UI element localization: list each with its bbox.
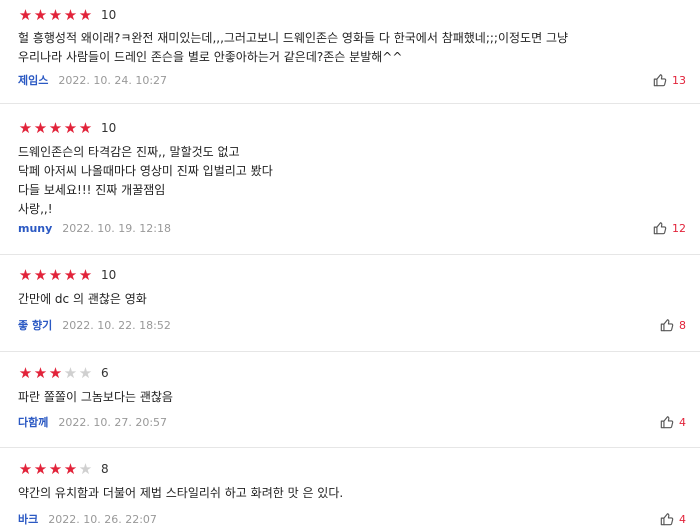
rating-stars: ★ ★ ★ ★ ★ 10 bbox=[18, 266, 117, 284]
star-icon: ★ bbox=[18, 460, 33, 478]
star-icon: ★ bbox=[63, 6, 78, 24]
thumbs-up-icon bbox=[653, 221, 667, 235]
star-icon: ★ bbox=[18, 364, 33, 382]
review-meta: 제임스 2022. 10. 24. 10:27 bbox=[18, 72, 167, 88]
star-icon: ★ bbox=[33, 364, 48, 382]
like-button[interactable]: 4 bbox=[660, 511, 686, 527]
star-icon: ★ bbox=[63, 364, 78, 382]
rating-stars: ★ ★ ★ ★ ★ 10 bbox=[18, 6, 117, 24]
review-meta: muny 2022. 10. 19. 12:18 bbox=[18, 220, 171, 236]
review-meta: 좋 향기 2022. 10. 22. 18:52 bbox=[18, 317, 171, 333]
star-icon: ★ bbox=[78, 266, 93, 284]
like-count: 4 bbox=[679, 415, 686, 429]
rating-stars: ★ ★ ★ ★ ★ 6 bbox=[18, 365, 109, 381]
review-date: 2022. 10. 26. 22:07 bbox=[48, 512, 157, 526]
rating-stars: ★ ★ ★ ★ ★ 10 bbox=[18, 119, 117, 137]
like-count: 8 bbox=[679, 318, 686, 332]
star-icon: ★ bbox=[63, 460, 78, 478]
star-icon: ★ bbox=[63, 119, 78, 137]
thumbs-up-icon bbox=[660, 512, 674, 526]
like-button[interactable]: 12 bbox=[653, 220, 686, 236]
rating-score: 8 bbox=[101, 462, 109, 476]
rating-score: 10 bbox=[101, 268, 117, 282]
star-icon: ★ bbox=[33, 6, 48, 24]
thumbs-up-icon bbox=[653, 73, 667, 87]
rating-stars: ★ ★ ★ ★ ★ 8 bbox=[18, 461, 109, 477]
review-divider bbox=[0, 103, 700, 104]
like-count: 13 bbox=[672, 73, 686, 87]
star-icon: ★ bbox=[33, 119, 48, 137]
review-meta: 다함께 2022. 10. 27. 20:57 bbox=[18, 414, 167, 430]
review-date: 2022. 10. 27. 20:57 bbox=[58, 415, 168, 429]
author-link[interactable]: 제임스 bbox=[18, 72, 48, 88]
like-button[interactable]: 13 bbox=[653, 72, 686, 88]
author-link[interactable]: muny bbox=[18, 222, 52, 235]
review-divider bbox=[0, 254, 700, 255]
star-icon: ★ bbox=[63, 266, 78, 284]
like-count: 4 bbox=[679, 512, 686, 526]
star-icon: ★ bbox=[48, 460, 63, 478]
thumbs-up-icon bbox=[660, 318, 674, 332]
star-icon: ★ bbox=[48, 364, 63, 382]
star-icon: ★ bbox=[18, 119, 33, 137]
review-text: 파란 쫄쫄이 그놈보다는 괜찮음 bbox=[18, 390, 173, 404]
star-icon: ★ bbox=[18, 6, 33, 24]
review-date: 2022. 10. 22. 18:52 bbox=[62, 318, 171, 332]
like-button[interactable]: 4 bbox=[660, 414, 686, 430]
review-date: 2022. 10. 19. 12:18 bbox=[62, 221, 171, 235]
rating-score: 6 bbox=[101, 366, 109, 380]
author-link[interactable]: 좋 향기 bbox=[18, 317, 52, 333]
star-icon: ★ bbox=[78, 6, 93, 24]
like-count: 12 bbox=[672, 221, 686, 235]
rating-score: 10 bbox=[101, 8, 117, 22]
star-icon: ★ bbox=[48, 6, 63, 24]
review-date: 2022. 10. 24. 10:27 bbox=[58, 73, 168, 87]
review-divider bbox=[0, 447, 700, 448]
author-link[interactable]: 다함께 bbox=[18, 414, 48, 430]
review-divider bbox=[0, 351, 700, 352]
star-icon: ★ bbox=[48, 266, 63, 284]
review-text: 헐 흥행성적 왜이래?ㅋ완전 재미있는데,,,그러고보니 드웨인존슨 영화들 다… bbox=[18, 31, 569, 64]
star-icon: ★ bbox=[33, 460, 48, 478]
star-icon: ★ bbox=[78, 364, 93, 382]
star-icon: ★ bbox=[48, 119, 63, 137]
star-icon: ★ bbox=[78, 460, 93, 478]
thumbs-up-icon bbox=[660, 415, 674, 429]
review-meta: 바크 2022. 10. 26. 22:07 bbox=[18, 511, 157, 527]
review-text: 드웨인존슨의 타격감은 진짜,, 말할것도 없고 닥페 아저씨 나올때마다 영상… bbox=[18, 145, 273, 216]
star-icon: ★ bbox=[18, 266, 33, 284]
star-icon: ★ bbox=[33, 266, 48, 284]
review-text: 약간의 유치함과 더불어 제법 스타일리쉬 하고 화려한 맛 은 있다. bbox=[18, 486, 344, 500]
like-button[interactable]: 8 bbox=[660, 317, 686, 333]
review-text: 간만에 dc 의 괜찮은 영화 bbox=[18, 292, 147, 306]
rating-score: 10 bbox=[101, 121, 117, 135]
star-icon: ★ bbox=[78, 119, 93, 137]
author-link[interactable]: 바크 bbox=[18, 511, 38, 527]
